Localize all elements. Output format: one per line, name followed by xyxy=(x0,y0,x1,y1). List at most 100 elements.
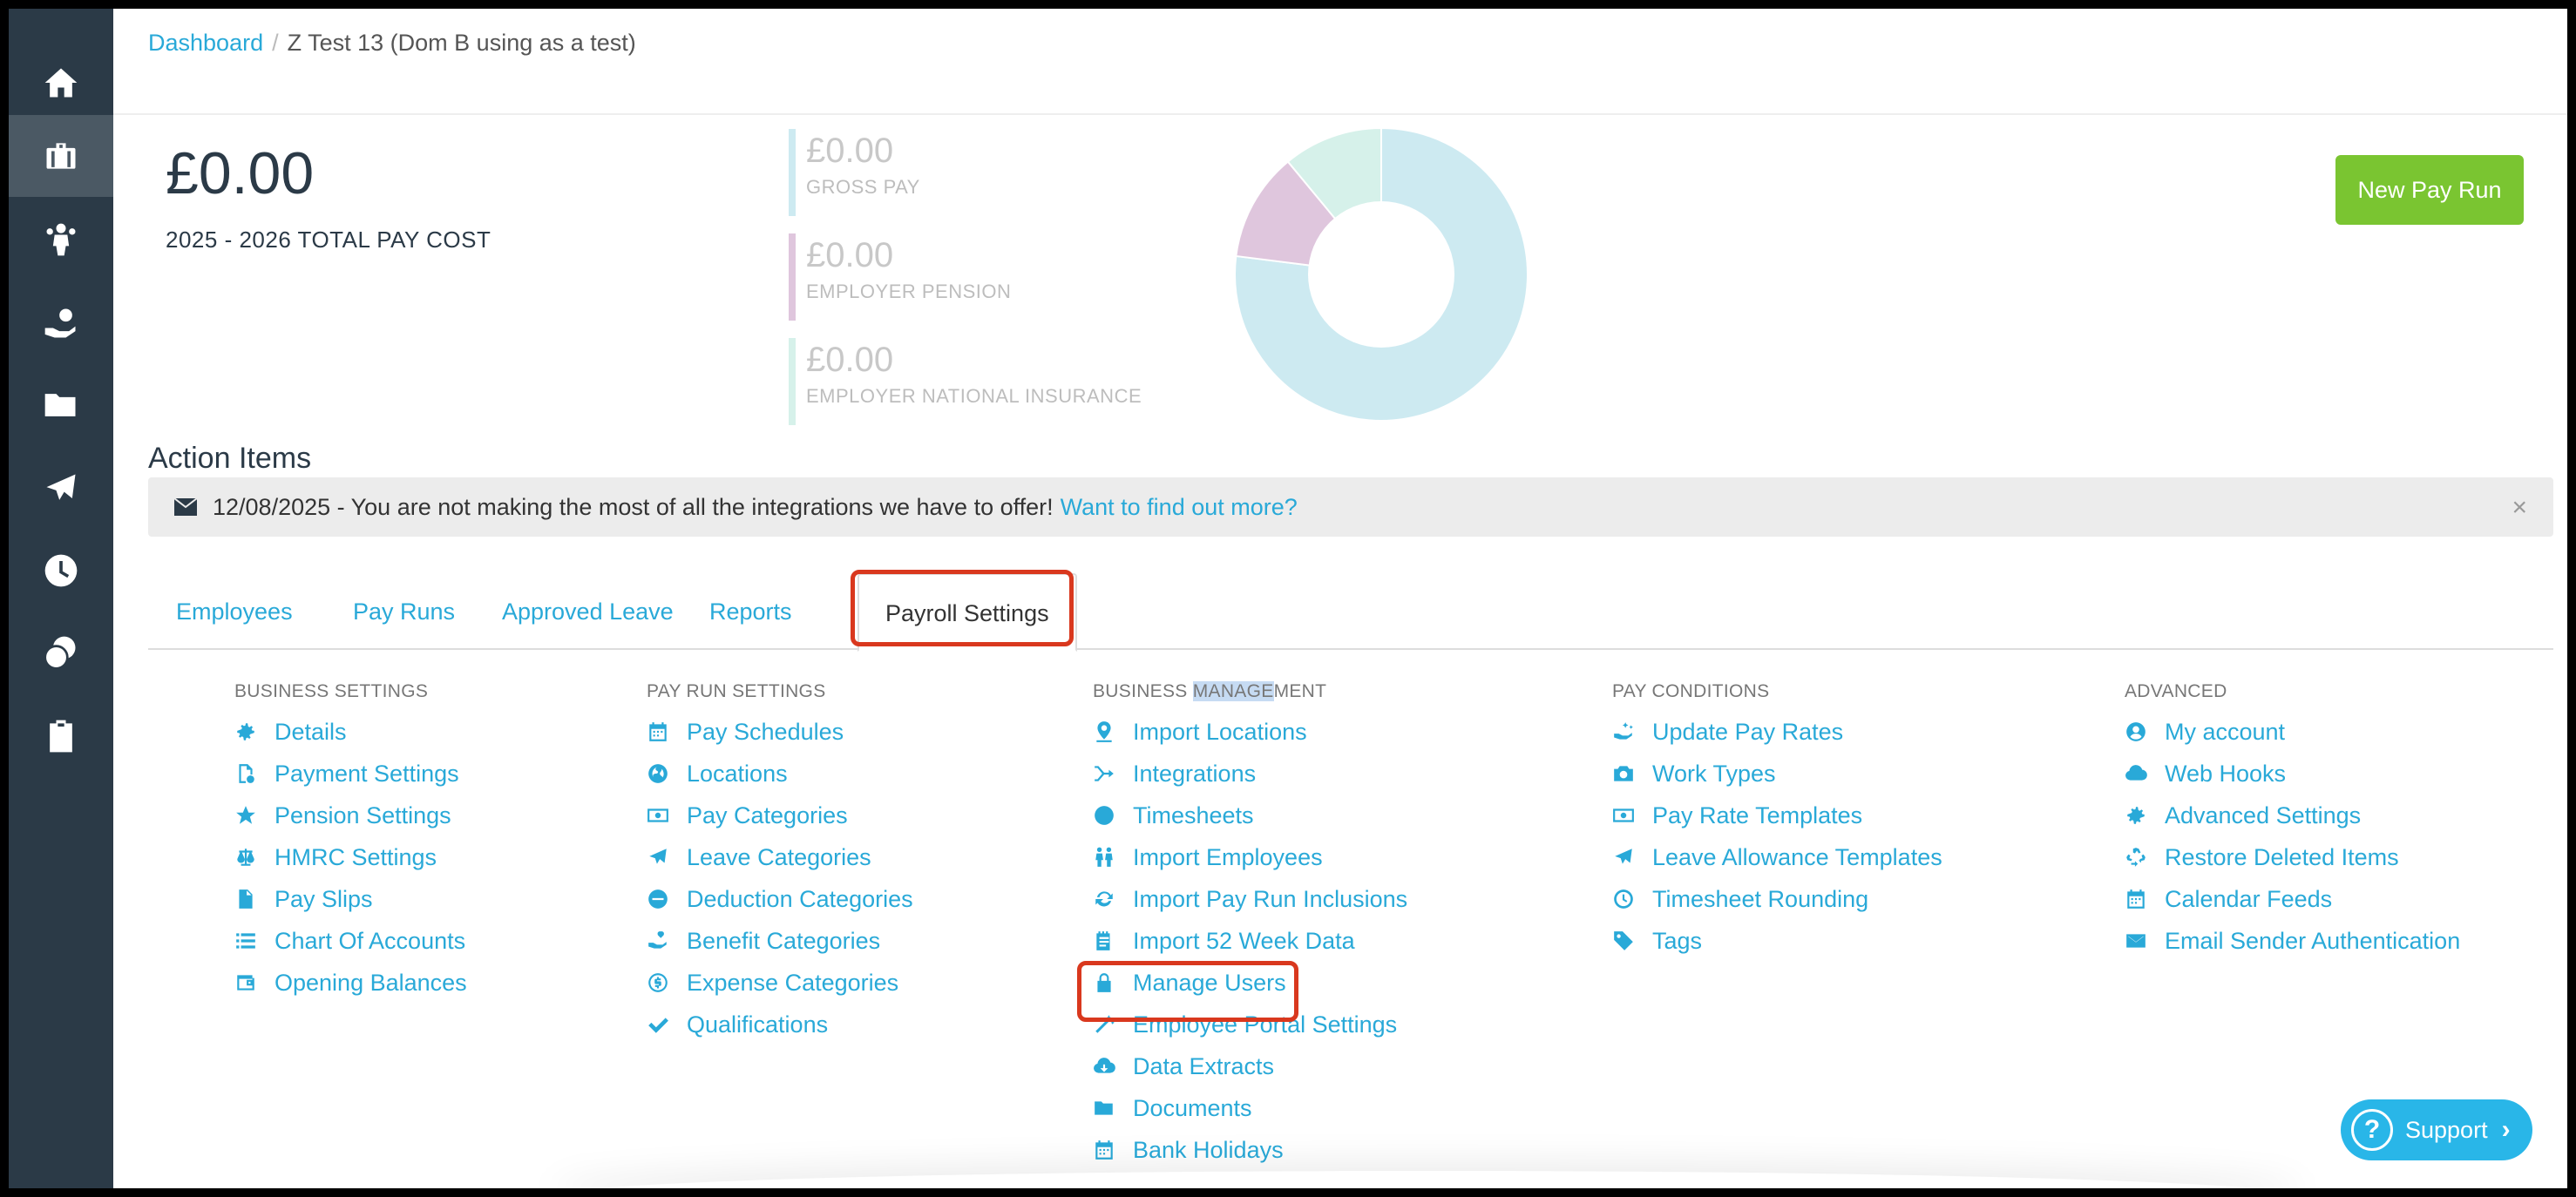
briefcase-icon xyxy=(46,143,76,169)
clipboard-check-icon xyxy=(50,720,72,753)
wallet-icon xyxy=(237,975,254,991)
alert-link[interactable]: Want to find out more? xyxy=(1061,494,1298,521)
section-heading: PAY RUN SETTINGS xyxy=(647,681,826,701)
nav-employees[interactable] xyxy=(9,199,113,281)
file-icon xyxy=(239,889,253,909)
link-qualifications[interactable]: Qualifications xyxy=(647,1004,913,1045)
action-item-alert: 12/08/2025 - You are not making the most… xyxy=(148,477,2553,537)
link-import-locations[interactable]: Import Locations xyxy=(1093,711,1407,753)
link-label: Pay Rate Templates xyxy=(1652,801,1863,828)
hand-heart-icon xyxy=(648,931,667,949)
tab-pay-runs[interactable]: Pay Runs xyxy=(353,573,455,650)
nav-timesheets[interactable] xyxy=(9,530,113,612)
link-benefit-categories[interactable]: Benefit Categories xyxy=(647,920,913,962)
help-icon: ? xyxy=(2351,1109,2393,1151)
gear-icon xyxy=(237,723,254,741)
link-label: Pension Settings xyxy=(275,801,451,828)
link-leave-categories[interactable]: Leave Categories xyxy=(647,836,913,878)
link-locations[interactable]: Locations xyxy=(647,753,913,795)
link-pay-schedules[interactable]: Pay Schedules xyxy=(647,711,913,753)
link-tags[interactable]: Tags xyxy=(1612,920,1942,962)
scales-icon xyxy=(237,849,254,866)
link-pay-slips[interactable]: Pay Slips xyxy=(234,878,467,920)
link-timesheet-rounding[interactable]: Timesheet Rounding xyxy=(1612,878,1942,920)
branch-arrows-icon xyxy=(1095,766,1114,781)
folder-icon xyxy=(44,394,76,416)
link-documents[interactable]: Documents xyxy=(1093,1087,1407,1129)
link-chart-of-accounts[interactable]: Chart Of Accounts xyxy=(234,920,467,962)
link-label: Import 52 Week Data xyxy=(1133,927,1355,954)
nav-payroll[interactable] xyxy=(9,115,113,197)
close-icon[interactable]: × xyxy=(2512,493,2527,523)
link-update-pay-rates[interactable]: Update Pay Rates xyxy=(1612,711,1942,753)
tab-employees[interactable]: Employees xyxy=(176,573,293,650)
link-calendar-feeds[interactable]: Calendar Feeds xyxy=(2125,878,2460,920)
pay-cost-donut-chart xyxy=(1234,126,1529,422)
link-label: Import Locations xyxy=(1133,718,1307,745)
link-deduction-categories[interactable]: Deduction Categories xyxy=(647,878,913,920)
document-gear-icon xyxy=(239,764,254,783)
link-import-52-week-data[interactable]: Import 52 Week Data xyxy=(1093,920,1407,962)
link-payment-settings[interactable]: Payment Settings xyxy=(234,753,467,795)
link-label: Opening Balances xyxy=(275,969,467,996)
calendar-icon xyxy=(1095,1140,1113,1160)
heading-part: MENT xyxy=(1273,681,1327,701)
tag-icon xyxy=(1614,931,1633,950)
link-import-pay-run-inclusions[interactable]: Import Pay Run Inclusions xyxy=(1093,878,1407,920)
plane-icon xyxy=(46,474,76,500)
link-label: Pay Slips xyxy=(275,885,373,912)
tab-approved-leave[interactable]: Approved Leave xyxy=(502,573,674,650)
stat-employer-pension: £0.00 EMPLOYER PENSION xyxy=(789,233,1155,321)
link-bank-holidays[interactable]: Bank Holidays xyxy=(1093,1129,1407,1171)
nav-leave[interactable] xyxy=(9,448,113,530)
link-timesheets[interactable]: Timesheets xyxy=(1093,795,1407,836)
clock-icon xyxy=(44,554,78,587)
stat-color-bar xyxy=(789,129,796,216)
link-label: Restore Deleted Items xyxy=(2165,843,2399,870)
user-circle-icon xyxy=(2126,722,2146,741)
nav-home[interactable] xyxy=(9,42,113,124)
link-data-extracts[interactable]: Data Extracts xyxy=(1093,1045,1407,1087)
link-label: Timesheet Rounding xyxy=(1652,885,1869,912)
clock-outline-icon xyxy=(1614,889,1633,909)
link-work-types[interactable]: Work Types xyxy=(1612,753,1942,795)
heading-part: BUSINESS xyxy=(1093,681,1193,701)
link-label: HMRC Settings xyxy=(275,843,437,870)
link-label: Timesheets xyxy=(1133,801,1254,828)
recycle-icon xyxy=(2126,848,2146,867)
link-restore-deleted-items[interactable]: Restore Deleted Items xyxy=(2125,836,2460,878)
link-pension-settings[interactable]: Pension Settings xyxy=(234,795,467,836)
link-label: Update Pay Rates xyxy=(1652,718,1844,745)
support-button[interactable]: ? Support › xyxy=(2341,1099,2532,1160)
gear-icon xyxy=(2127,807,2145,824)
nav-documents[interactable] xyxy=(9,364,113,446)
link-email-sender-authentication[interactable]: Email Sender Authentication xyxy=(2125,920,2460,962)
plane-icon xyxy=(649,849,667,864)
link-label: Pay Categories xyxy=(687,801,848,828)
link-details[interactable]: Details xyxy=(234,711,467,753)
two-people-icon xyxy=(1095,847,1113,867)
envelope-icon xyxy=(2126,934,2146,948)
new-pay-run-button[interactable]: New Pay Run xyxy=(2335,155,2524,225)
dollar-circle-icon xyxy=(648,973,668,992)
link-my-account[interactable]: My account xyxy=(2125,711,2460,753)
envelope-icon xyxy=(174,498,197,516)
sidebar xyxy=(9,9,113,1188)
nav-expenses[interactable] xyxy=(9,612,113,693)
link-hmrc-settings[interactable]: HMRC Settings xyxy=(234,836,467,878)
link-leave-allowance-templates[interactable]: Leave Allowance Templates xyxy=(1612,836,1942,878)
link-integrations[interactable]: Integrations xyxy=(1093,753,1407,795)
link-web-hooks[interactable]: Web Hooks xyxy=(2125,753,2460,795)
link-pay-categories[interactable]: Pay Categories xyxy=(647,795,913,836)
section-business-management: BUSINESS MANAGEMENT Import Locations Int… xyxy=(1093,681,1407,1171)
nav-payments[interactable] xyxy=(9,282,113,364)
link-pay-rate-templates[interactable]: Pay Rate Templates xyxy=(1612,795,1942,836)
link-label: Bank Holidays xyxy=(1133,1136,1284,1163)
link-opening-balances[interactable]: Opening Balances xyxy=(234,962,467,1004)
link-expense-categories[interactable]: Expense Categories xyxy=(647,962,913,1004)
tab-reports[interactable]: Reports xyxy=(709,573,792,650)
breadcrumb-dashboard-link[interactable]: Dashboard xyxy=(148,30,263,56)
link-advanced-settings[interactable]: Advanced Settings xyxy=(2125,795,2460,836)
nav-tasks[interactable] xyxy=(9,695,113,777)
link-import-employees[interactable]: Import Employees xyxy=(1093,836,1407,878)
